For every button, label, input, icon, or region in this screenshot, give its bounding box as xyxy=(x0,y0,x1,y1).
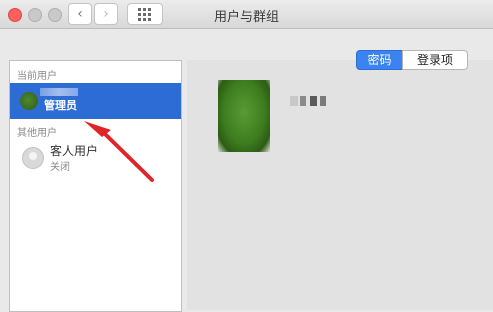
annotation-arrow xyxy=(84,121,154,182)
arrow-shaft xyxy=(101,130,154,182)
